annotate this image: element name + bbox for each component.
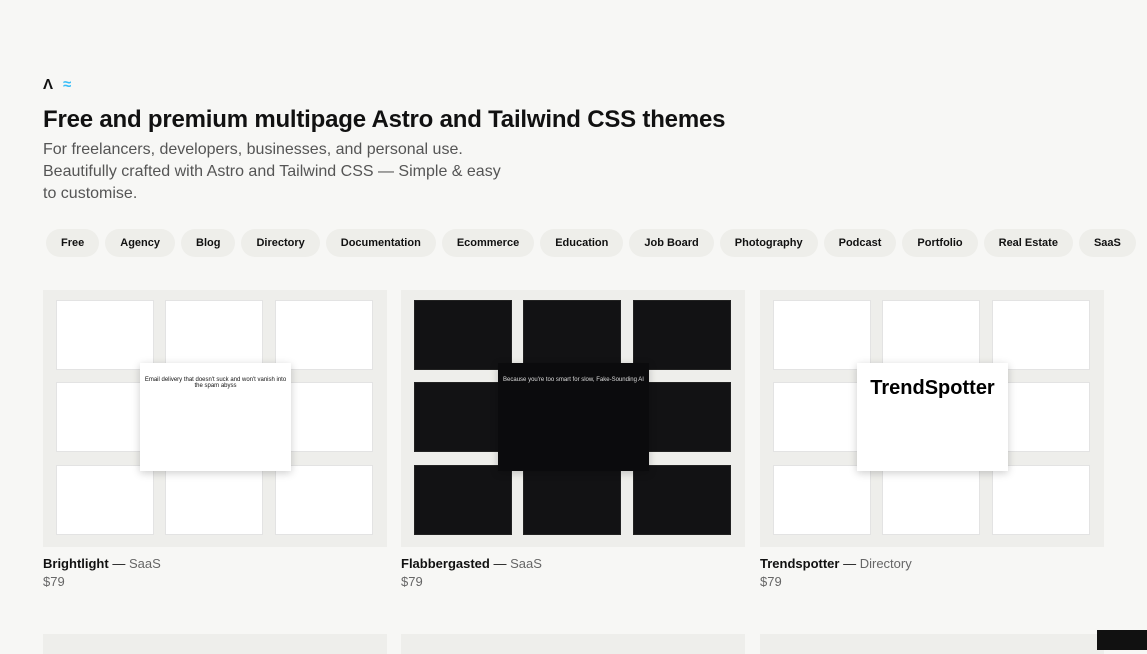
category-chip-job-board[interactable]: Job Board <box>629 229 714 257</box>
theme-thumbnail[interactable]: Email delivery that doesn't suck and won… <box>43 290 387 547</box>
theme-card[interactable]: Because you're too smart for slow, Fake-… <box>401 290 745 589</box>
tailwind-logo-icon: ≈ <box>63 76 72 93</box>
page-preview <box>523 300 621 370</box>
page-preview <box>275 465 373 535</box>
category-chip-portfolio[interactable]: Portfolio <box>902 229 978 257</box>
page-preview <box>56 300 154 370</box>
page-preview <box>773 465 871 535</box>
logos: Λ ≈ <box>43 76 71 93</box>
theme-price: $79 <box>401 574 423 589</box>
astro-logo-icon: Λ <box>43 76 54 93</box>
page-preview <box>165 465 263 535</box>
theme-thumbnail[interactable]: TrendSpotter <box>760 290 1104 547</box>
page-preview <box>633 300 731 370</box>
scroll-top-button[interactable] <box>1097 630 1147 650</box>
theme-name[interactable]: Trendspotter <box>760 556 839 571</box>
category-chip-photography[interactable]: Photography <box>719 229 818 257</box>
page-preview <box>882 465 980 535</box>
theme-card[interactable]: Email delivery that doesn't suck and won… <box>43 290 387 589</box>
page-preview <box>633 465 731 535</box>
theme-name[interactable]: Flabbergasted <box>401 556 490 571</box>
page-preview <box>275 300 373 370</box>
category-chip-education[interactable]: Education <box>540 229 624 257</box>
theme-card-thumbnail[interactable] <box>43 634 387 654</box>
theme-category: SaaS <box>510 556 542 571</box>
category-chip-directory[interactable]: Directory <box>241 229 320 257</box>
category-chip-agency[interactable]: Agency <box>105 229 175 257</box>
hero-text: Because you're too smart for slow, Fake-… <box>503 377 644 383</box>
category-chip-podcast[interactable]: Podcast <box>823 229 897 257</box>
page-preview <box>523 465 621 535</box>
theme-category: Directory <box>859 556 912 571</box>
category-chip-free[interactable]: Free <box>46 229 100 257</box>
theme-name[interactable]: Brightlight <box>43 556 109 571</box>
theme-card[interactable]: TrendSpotter Trendspotter — Directory $7… <box>760 290 1104 589</box>
page-preview <box>882 300 980 370</box>
hero-preview: TrendSpotter <box>857 363 1008 471</box>
theme-thumbnail[interactable]: Because you're too smart for slow, Fake-… <box>401 290 745 547</box>
theme-price: $79 <box>43 574 65 589</box>
page-preview <box>414 300 512 370</box>
page-preview <box>165 300 263 370</box>
category-chip-real-estate[interactable]: Real Estate <box>983 229 1073 257</box>
theme-category: SaaS <box>128 556 161 571</box>
category-chip-ecommerce[interactable]: Ecommerce <box>441 229 535 257</box>
page-preview <box>992 300 1090 370</box>
separator: — <box>493 556 507 571</box>
category-filter: Free Agency Blog Directory Documentation… <box>46 229 1136 257</box>
separator: — <box>112 556 126 571</box>
category-chip-blog[interactable]: Blog <box>181 229 236 257</box>
page-title: Free and premium multipage Astro and Tai… <box>43 106 726 133</box>
hero-preview: Email delivery that doesn't suck and won… <box>140 363 291 471</box>
theme-card-thumbnail[interactable] <box>401 634 745 654</box>
page-preview <box>414 465 512 535</box>
hero-text: Email delivery that doesn't suck and won… <box>144 377 287 389</box>
page-subtitle: For freelancers, developers, businesses,… <box>43 141 501 202</box>
page-preview <box>992 465 1090 535</box>
category-chip-documentation[interactable]: Documentation <box>325 229 436 257</box>
separator: — <box>843 556 857 571</box>
category-chip-saas[interactable]: SaaS <box>1078 229 1136 257</box>
page-preview <box>56 465 154 535</box>
page-preview <box>773 300 871 370</box>
theme-card-thumbnail[interactable] <box>760 634 1104 654</box>
hero-preview: Because you're too smart for slow, Fake-… <box>498 363 649 471</box>
theme-price: $79 <box>760 574 782 589</box>
hero-text: TrendSpotter <box>870 377 995 399</box>
